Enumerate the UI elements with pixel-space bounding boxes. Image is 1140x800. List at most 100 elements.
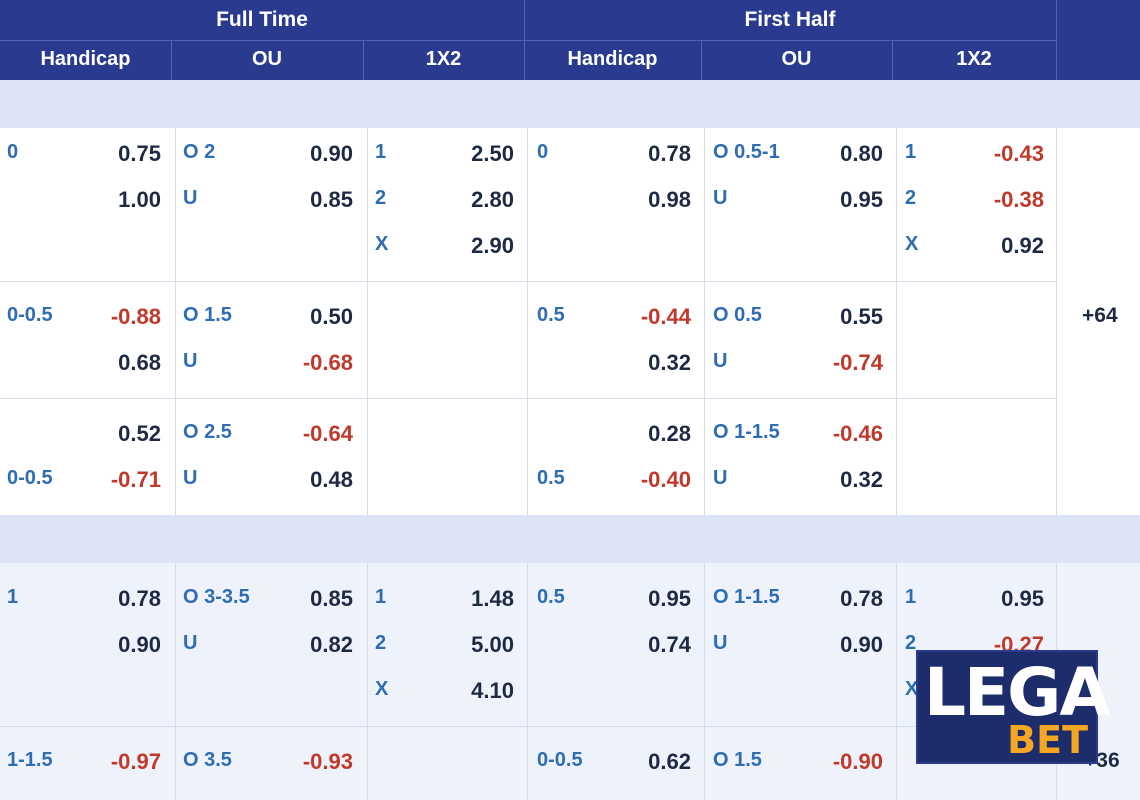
header-vline (1056, 0, 1057, 80)
handicap-line: 1 (7, 586, 19, 608)
odds-value[interactable]: -0.93 (253, 749, 353, 775)
more-markets-link[interactable]: +64 (1082, 304, 1118, 328)
full-time-header: Full Time (216, 8, 308, 31)
odds-value[interactable]: -0.90 (783, 749, 883, 775)
odds-value[interactable]: -0.40 (591, 467, 691, 493)
odds-value[interactable]: 1.00 (61, 187, 161, 213)
1x2-outcome: X (905, 233, 919, 255)
odds-value[interactable]: 0.50 (253, 304, 353, 330)
handicap-line: 0-0.5 (7, 467, 53, 489)
ft-ou-header: OU (252, 48, 282, 70)
odds-value[interactable]: 0.90 (253, 141, 353, 167)
grid-line (0, 726, 1056, 727)
odds-value[interactable]: 0.80 (783, 141, 883, 167)
grid-line (527, 128, 528, 515)
odds-value[interactable]: -0.64 (253, 421, 353, 447)
odds-value[interactable]: 4.10 (414, 678, 514, 704)
1x2-outcome: 2 (905, 187, 917, 209)
odds-value[interactable]: 0.55 (783, 304, 883, 330)
legabet-logo: LEGA BET (918, 652, 1110, 762)
grid-line (704, 563, 705, 800)
odds-value[interactable]: -0.88 (61, 304, 161, 330)
odds-value[interactable]: 0.98 (591, 187, 691, 213)
odds-value[interactable]: 1.48 (414, 586, 514, 612)
odds-value[interactable]: 0.95 (783, 187, 883, 213)
odds-value[interactable]: -0.44 (591, 304, 691, 330)
handicap-line: 0-0.5 (537, 749, 583, 771)
ou-line: U (183, 467, 198, 489)
grid-line (896, 128, 897, 515)
ou-line: U (183, 350, 198, 372)
1x2-outcome: X (905, 678, 919, 700)
grid-line (367, 128, 368, 515)
1x2-outcome: 1 (905, 586, 917, 608)
ou-line: U (713, 350, 728, 372)
ou-line: O 2 (183, 141, 216, 163)
odds-value[interactable]: 0.32 (783, 467, 883, 493)
odds-row (0, 398, 1056, 515)
odds-value[interactable]: 0.82 (253, 632, 353, 658)
1x2-outcome: 2 (905, 632, 917, 654)
odds-value[interactable]: 5.00 (414, 632, 514, 658)
odds-value[interactable]: -0.68 (253, 350, 353, 376)
odds-value[interactable]: 0.52 (61, 421, 161, 447)
ou-line: O 1.5 (713, 749, 762, 771)
odds-value[interactable]: 0.68 (61, 350, 161, 376)
ou-line: O 3-3.5 (183, 586, 250, 608)
odds-value[interactable]: -0.97 (61, 749, 161, 775)
odds-value[interactable]: 2.50 (414, 141, 514, 167)
ou-line: O 1-1.5 (713, 586, 780, 608)
odds-table-header: Full Time First Half Handicap OU 1X2 Han… (0, 0, 1140, 80)
ou-line: U (713, 467, 728, 489)
ou-line: O 0.5 (713, 304, 762, 326)
ou-line: U (183, 187, 198, 209)
grid-line (704, 128, 705, 515)
odds-value[interactable]: -0.74 (783, 350, 883, 376)
odds-value[interactable]: 0.90 (783, 632, 883, 658)
odds-value[interactable]: 2.90 (414, 233, 514, 259)
fh-handicap-header: Handicap (567, 48, 658, 70)
logo-text-bet: BET (1007, 718, 1088, 762)
odds-value[interactable]: 0.85 (253, 187, 353, 213)
odds-value[interactable]: 0.78 (591, 141, 691, 167)
odds-value[interactable]: 0.75 (61, 141, 161, 167)
handicap-line: 1-1.5 (7, 749, 53, 771)
1x2-outcome: X (375, 678, 389, 700)
handicap-line: 0.5 (537, 586, 565, 608)
grid-line (896, 563, 897, 800)
odds-value[interactable]: 0.95 (944, 586, 1044, 612)
ou-line: O 3.5 (183, 749, 232, 771)
fh-ou-header: OU (781, 48, 812, 70)
grid-line (0, 398, 1056, 399)
ou-line: O 1-1.5 (713, 421, 780, 443)
odds-value[interactable]: 0.74 (591, 632, 691, 658)
handicap-line: 0-0.5 (7, 304, 53, 326)
1x2-outcome: 2 (375, 632, 387, 654)
odds-value[interactable]: -0.38 (944, 187, 1044, 213)
ou-line: U (713, 632, 728, 654)
odds-value[interactable]: 0.95 (591, 586, 691, 612)
ou-line: O 0.5-1 (713, 141, 780, 163)
odds-value[interactable]: 0.85 (253, 586, 353, 612)
odds-value[interactable]: -0.43 (944, 141, 1044, 167)
odds-value[interactable]: 0.62 (591, 749, 691, 775)
odds-value[interactable]: 0.90 (61, 632, 161, 658)
odds-row (0, 281, 1056, 398)
odds-value[interactable]: 2.80 (414, 187, 514, 213)
odds-value[interactable]: 0.78 (61, 586, 161, 612)
odds-value[interactable]: 0.48 (253, 467, 353, 493)
handicap-line: 0 (537, 141, 549, 163)
match-separator (0, 80, 1140, 128)
fh-1x2-header: 1X2 (956, 48, 992, 70)
odds-value[interactable]: 0.92 (944, 233, 1044, 259)
odds-value[interactable]: -0.46 (783, 421, 883, 447)
match-separator (0, 515, 1140, 563)
grid-line (367, 563, 368, 800)
first-half-header: First Half (744, 8, 836, 31)
odds-value[interactable]: 0.28 (591, 421, 691, 447)
odds-value[interactable]: -0.71 (61, 467, 161, 493)
odds-value[interactable]: 0.32 (591, 350, 691, 376)
grid-line (527, 563, 528, 800)
odds-value[interactable]: 0.78 (783, 586, 883, 612)
1x2-outcome: 1 (375, 586, 387, 608)
